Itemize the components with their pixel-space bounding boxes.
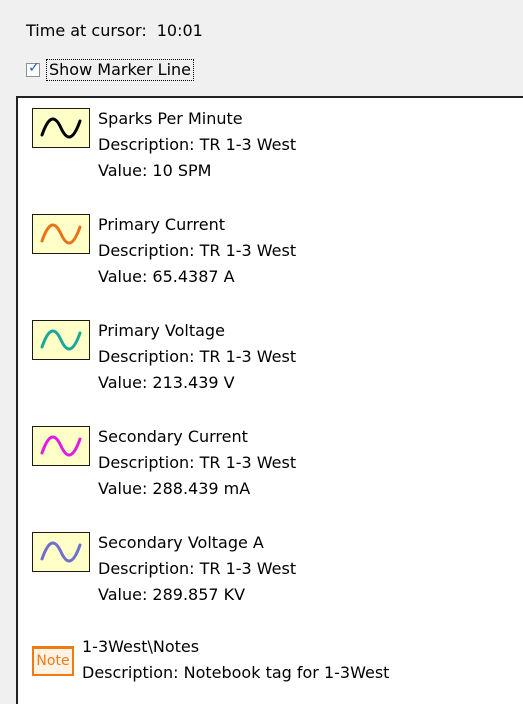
show-marker-line-label[interactable]: Show Marker Line xyxy=(46,59,194,81)
cursor-info-panel: Time at cursor: 10:01 ✓ Show Marker Line xyxy=(0,0,523,94)
note-icon-label: Note xyxy=(36,653,70,669)
time-at-cursor-value: 10:01 xyxy=(156,20,203,40)
note-icon: Note xyxy=(32,646,74,676)
sine-wave-icon xyxy=(32,214,90,254)
tag-description: Description: TR 1-3 West xyxy=(98,241,297,260)
checkmark-icon: ✓ xyxy=(28,60,40,76)
show-marker-line-toggle[interactable]: ✓ Show Marker Line xyxy=(26,58,194,82)
time-at-cursor-label: Time at cursor: xyxy=(26,20,147,40)
tag-value: Value: 65.4387 A xyxy=(98,267,235,286)
tag-item-notes[interactable]: Note 1-3West\Notes Description: Notebook… xyxy=(24,634,389,686)
tag-item-sparks-per-minute[interactable]: Sparks Per Minute Description: TR 1-3 We… xyxy=(32,106,296,184)
tag-description: Description: TR 1-3 West xyxy=(98,453,297,472)
tag-name: Secondary Voltage A xyxy=(98,533,264,552)
tag-description: Description: TR 1-3 West xyxy=(98,559,297,578)
tag-item-secondary-current[interactable]: Secondary Current Description: TR 1-3 We… xyxy=(32,424,296,502)
tag-name: Primary Voltage xyxy=(98,321,225,340)
tag-name: Primary Current xyxy=(98,215,226,234)
tag-description: Description: Notebook tag for 1-3West xyxy=(82,663,390,682)
time-at-cursor-row: Time at cursor: 10:01 xyxy=(26,18,203,42)
tag-item-secondary-voltage-a[interactable]: Secondary Voltage A Description: TR 1-3 … xyxy=(32,530,296,608)
tag-description: Description: TR 1-3 West xyxy=(98,135,297,154)
tag-value: Value: 10 SPM xyxy=(98,161,212,180)
show-marker-line-checkbox[interactable]: ✓ xyxy=(26,60,40,77)
tag-description: Description: TR 1-3 West xyxy=(98,347,297,366)
tag-name: 1-3West\Notes xyxy=(82,637,200,656)
sine-wave-icon xyxy=(32,108,90,148)
sine-wave-icon xyxy=(32,320,90,360)
tag-name: Sparks Per Minute xyxy=(98,109,243,128)
tag-item-primary-voltage[interactable]: Primary Voltage Description: TR 1-3 West… xyxy=(32,318,296,396)
tag-item-primary-current[interactable]: Primary Current Description: TR 1-3 West… xyxy=(32,212,296,290)
sine-wave-icon xyxy=(32,532,90,572)
tag-value: Value: 288.439 mA xyxy=(98,479,251,498)
sine-wave-icon xyxy=(32,426,90,466)
tag-value: Value: 289.857 KV xyxy=(98,585,246,604)
tag-value: Value: 213.439 V xyxy=(98,373,235,392)
tag-list[interactable]: Sparks Per Minute Description: TR 1-3 We… xyxy=(16,96,523,704)
tag-name: Secondary Current xyxy=(98,427,248,446)
